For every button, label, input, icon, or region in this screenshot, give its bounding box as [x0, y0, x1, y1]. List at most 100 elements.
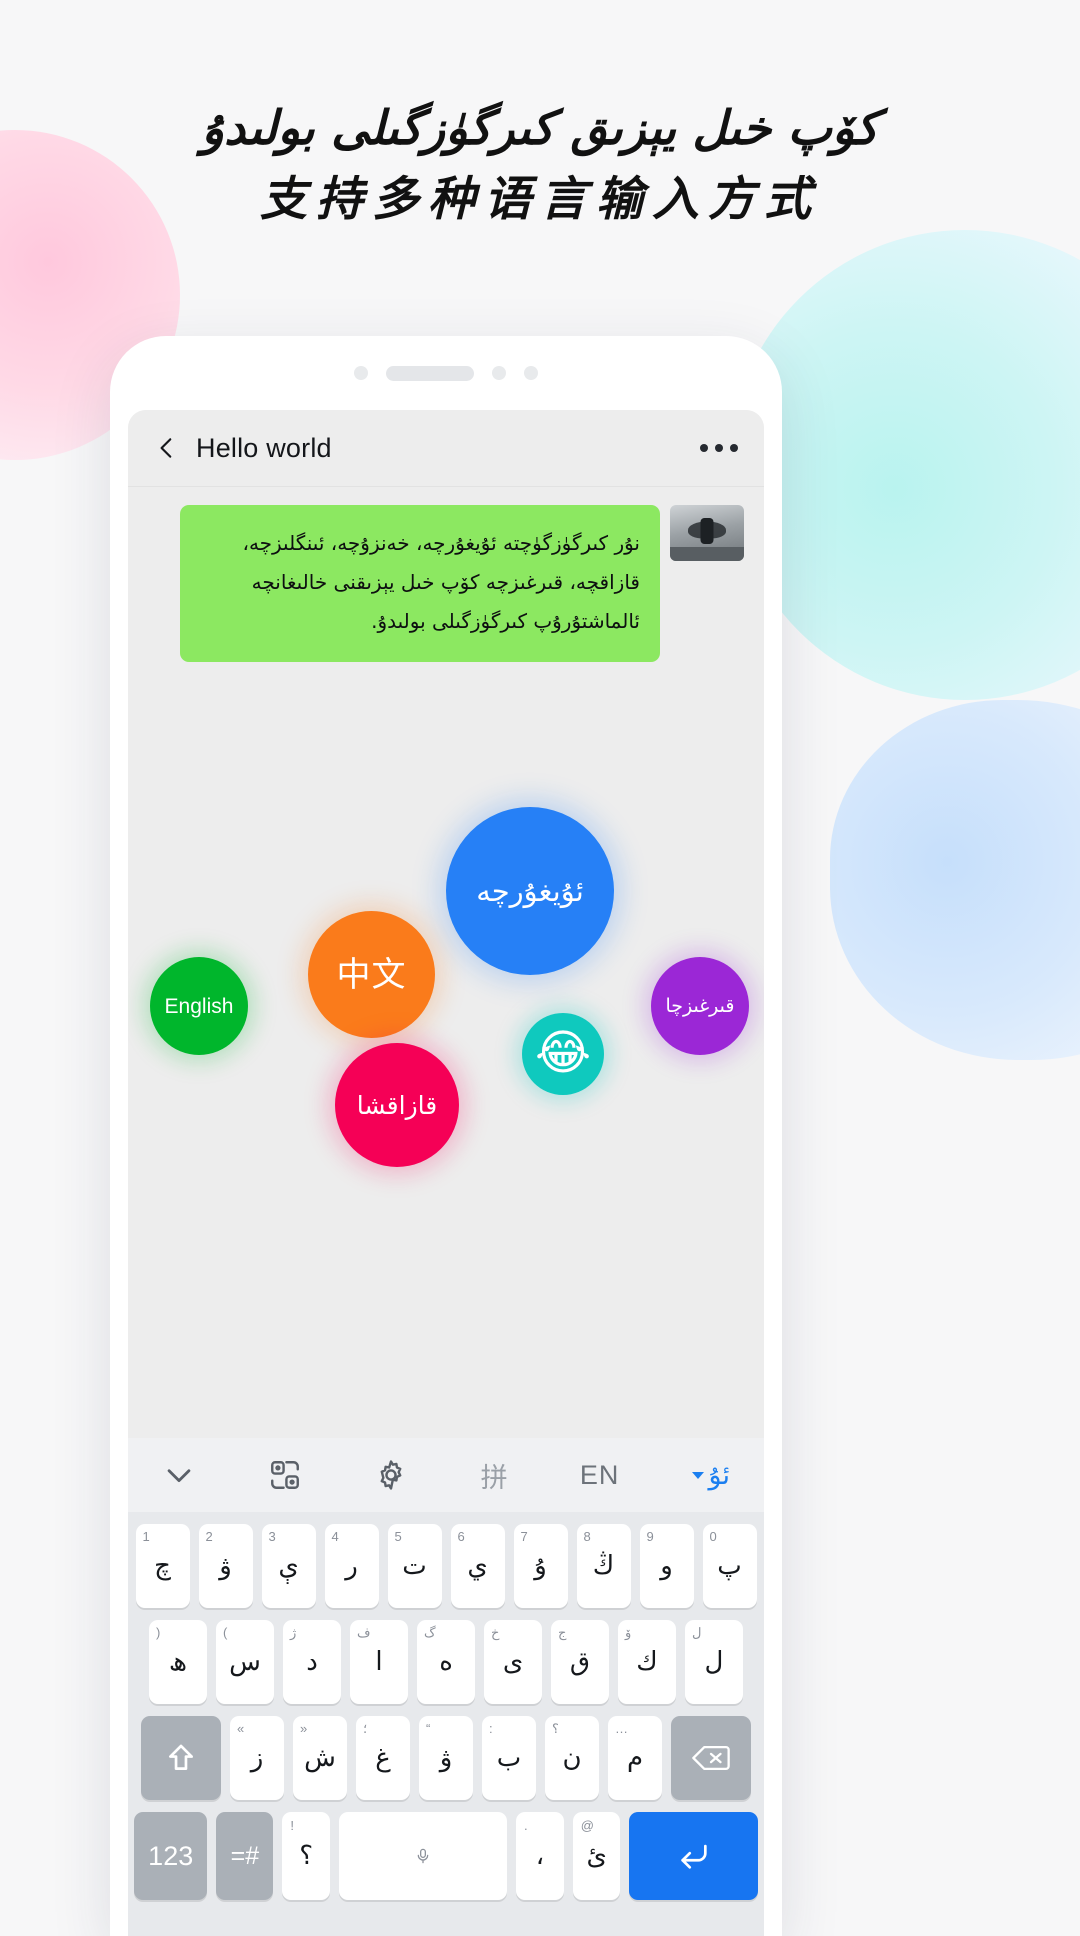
keyboard-mode-uyghur-label: ئۇ: [708, 1459, 730, 1491]
key-label: ش: [304, 1743, 336, 1773]
microphone-icon: [417, 1848, 429, 1864]
key-sh[interactable]: » ش: [293, 1716, 347, 1800]
keyboard-mode-uyghur[interactable]: ئۇ: [691, 1459, 730, 1491]
key-label: ؟: [299, 1841, 314, 1871]
avatar[interactable]: [670, 505, 744, 561]
key-m[interactable]: … م: [608, 1716, 662, 1800]
language-bubble-emoji[interactable]: 😂: [522, 1013, 604, 1095]
key-hint: 1: [142, 1529, 150, 1544]
key-label: ل: [704, 1647, 724, 1677]
numbers-key[interactable]: 123: [134, 1812, 208, 1900]
key-hint: !: [290, 1818, 294, 1833]
key-2[interactable]: 2ۋ: [198, 1524, 253, 1608]
shift-key[interactable]: [141, 1716, 221, 1800]
key-n[interactable]: ؟ ن: [545, 1716, 599, 1800]
keyboard-mode-pinyin[interactable]: 拼: [481, 1456, 508, 1495]
more-options-icon[interactable]: [700, 444, 738, 452]
key-label: ې: [278, 1551, 299, 1581]
key-3[interactable]: 3ې: [261, 1524, 316, 1608]
key-label: غ: [375, 1743, 391, 1773]
key-label: ر: [345, 1551, 358, 1581]
key-a[interactable]: فا: [350, 1620, 408, 1704]
key-l[interactable]: لل: [685, 1620, 743, 1704]
key-b[interactable]: :ب: [482, 1716, 536, 1800]
earpiece-speaker-icon: [386, 365, 474, 381]
message-bubble[interactable]: نۇر كىرگۈزگۈچتە ئۇيغۇرچە، خەنزۇچە، ئىنگل…: [180, 505, 660, 662]
language-bubble-uyghur[interactable]: ئۇيغۇرچە: [446, 807, 614, 975]
key-label: ت: [402, 1551, 427, 1581]
enter-key[interactable]: [629, 1812, 758, 1900]
message-row: نۇر كىرگۈزگۈچتە ئۇيغۇرچە، خەنزۇچە، ئىنگل…: [148, 505, 744, 662]
keyboard-row-4: 123 =# ! ؟ . ، @ ئ: [128, 1812, 764, 1900]
key-label: ك: [636, 1647, 658, 1677]
decor-blob-cyan: [730, 230, 1080, 700]
language-bubble-kazakh[interactable]: قازاقشا: [335, 1043, 459, 1167]
key-5[interactable]: 5ت: [387, 1524, 442, 1608]
keyboard-bottom-spacer: [128, 1900, 764, 1926]
emoji-laughing-icon: 😂: [534, 1027, 592, 1080]
key-1[interactable]: 1چ: [135, 1524, 190, 1608]
key-q[interactable]: جق: [551, 1620, 609, 1704]
keyboard-row-3: «ز » ش ؛ غ “ۋ :ب ؟ ن … م: [128, 1716, 764, 1800]
key-label: ا: [375, 1647, 383, 1677]
page-title: Hello world: [196, 432, 332, 463]
key-hint: گ: [424, 1625, 436, 1640]
key-i[interactable]: خى: [484, 1620, 542, 1704]
key-hint: 7: [520, 1529, 528, 1544]
keyboard-mode-english[interactable]: EN: [580, 1460, 620, 1491]
key-label: ۋ: [219, 1551, 232, 1581]
language-bubble-kyrgyz-label: قىرغىزچا: [665, 994, 735, 1017]
chevron-down-icon[interactable]: [162, 1458, 196, 1492]
key-w[interactable]: “ۋ: [419, 1716, 473, 1800]
language-bubble-uyghur-label: ئۇيغۇرچە: [476, 873, 584, 908]
key-k[interactable]: ۆك: [618, 1620, 676, 1704]
space-key[interactable]: [339, 1812, 508, 1900]
symbols-key[interactable]: =#: [216, 1812, 274, 1900]
gear-icon[interactable]: [374, 1458, 408, 1492]
key-d[interactable]: ژد: [283, 1620, 341, 1704]
key-hint: ل: [692, 1625, 702, 1640]
key-hint: 8: [583, 1529, 591, 1544]
chevron-left-icon[interactable]: [154, 435, 180, 461]
key-e[interactable]: گە: [417, 1620, 475, 1704]
language-bubble-kyrgyz[interactable]: قىرغىزچا: [651, 957, 749, 1055]
phone-notch: [110, 336, 782, 410]
headline: كۆپ خىل يېزىق كىرگۈزگىلى بولىدۇ 支持多种语言输入…: [0, 96, 1080, 232]
hamza-key[interactable]: @ ئ: [572, 1812, 621, 1900]
key-hint: ۆ: [625, 1625, 632, 1640]
key-z[interactable]: «ز: [230, 1716, 284, 1800]
backspace-key[interactable]: [671, 1716, 751, 1800]
key-hint: …: [615, 1721, 628, 1736]
chat-body: نۇر كىرگۈزگۈچتە ئۇيغۇرچە، خەنزۇچە، ئىنگل…: [128, 487, 764, 1438]
comma-key[interactable]: . ،: [516, 1812, 564, 1900]
language-bubble-english[interactable]: English: [150, 957, 248, 1055]
key-hint: @: [580, 1818, 594, 1833]
key-hint: ؟: [552, 1721, 559, 1736]
key-6[interactable]: 6ي: [450, 1524, 505, 1608]
shift-icon: [169, 1744, 193, 1770]
keyboard-row-1: 1چ 2ۋ 3ې 4ر 5ت 6ي 7ۇ 8ڭ 9و 0پ: [128, 1524, 764, 1608]
keyboard-toolbar: 拼 EN ئۇ: [128, 1438, 764, 1512]
key-hint: 0: [709, 1529, 717, 1544]
key-hint: «: [237, 1721, 245, 1736]
key-label: ز: [250, 1743, 264, 1773]
key-label: ن: [562, 1743, 582, 1773]
key-hint: خ: [491, 1625, 500, 1640]
key-s[interactable]: (س: [216, 1620, 274, 1704]
language-bubble-chinese[interactable]: 中文: [308, 911, 435, 1038]
theme-skin-icon[interactable]: [268, 1458, 302, 1492]
sensor-dot-icon: [492, 366, 506, 380]
key-9[interactable]: 9و: [639, 1524, 694, 1608]
phone-screen: Hello world نۇر كىرگۈزگۈچتە ئۇيغۇرچە، خە…: [128, 410, 764, 1936]
key-0[interactable]: 0پ: [702, 1524, 757, 1608]
key-gh[interactable]: ؛ غ: [356, 1716, 410, 1800]
key-4[interactable]: 4ر: [324, 1524, 379, 1608]
key-label: ھ: [168, 1647, 188, 1677]
key-8[interactable]: 8ڭ: [576, 1524, 631, 1608]
key-hint: 6: [457, 1529, 465, 1544]
backspace-icon: [692, 1745, 730, 1771]
key-7[interactable]: 7ۇ: [513, 1524, 568, 1608]
key-h[interactable]: ) ھ: [149, 1620, 207, 1704]
question-key[interactable]: ! ؟: [282, 1812, 331, 1900]
language-bubble-english-label: English: [164, 994, 234, 1018]
